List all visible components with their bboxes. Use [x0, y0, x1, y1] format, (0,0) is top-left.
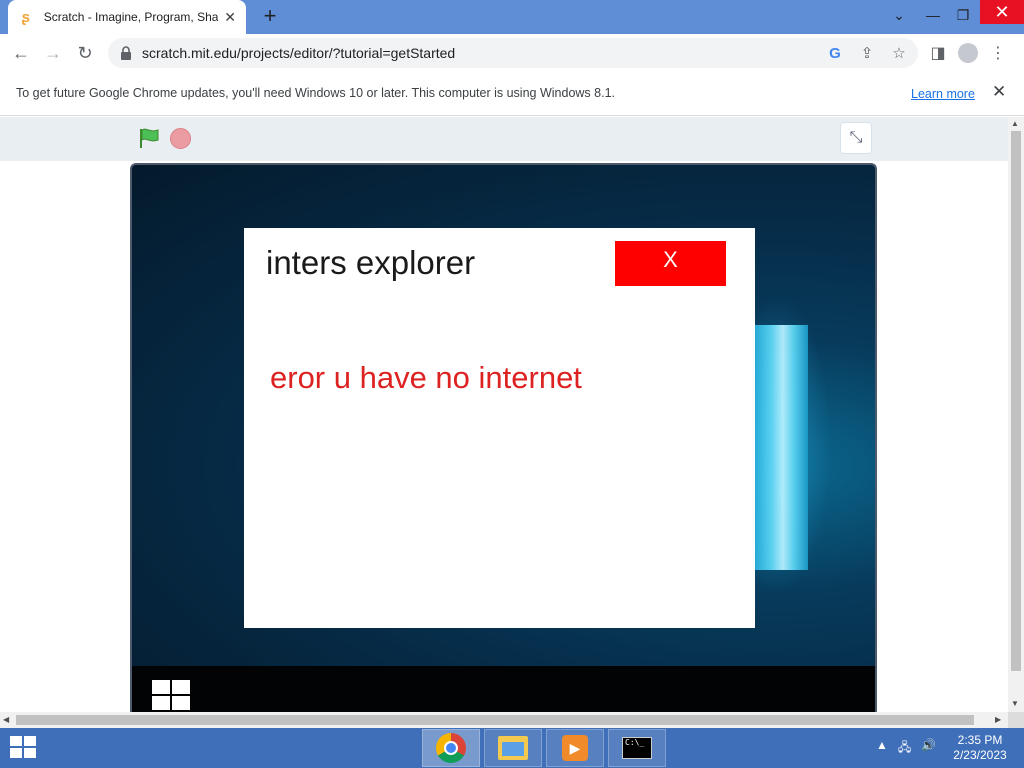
- reload-icon[interactable]: ↻: [72, 40, 98, 66]
- infobar-message: To get future Google Chrome updates, you…: [16, 86, 615, 100]
- tab-search-chevron-icon[interactable]: ⌄: [882, 0, 916, 30]
- forward-arrow-icon[interactable]: →: [40, 40, 66, 66]
- stage-canvas[interactable]: inters explorer X eror u have no interne…: [130, 163, 877, 712]
- chrome-icon: [436, 733, 466, 763]
- tab-scratch[interactable]: ʂ Scratch - Imagine, Program, Share ✕: [8, 0, 246, 34]
- restore-button[interactable]: ❐: [946, 0, 980, 30]
- dialog-error-message: eror u have no internet: [270, 360, 582, 395]
- browser-toolbar: ← → ↻ scratch.mit.edu/projects/editor/?t…: [0, 34, 1024, 72]
- folder-icon: [498, 736, 528, 760]
- volume-icon[interactable]: 🔊: [921, 738, 936, 759]
- show-hidden-icons-icon[interactable]: ▲: [876, 738, 888, 759]
- tab-close-icon[interactable]: ✕: [224, 9, 236, 26]
- bookmark-star-icon[interactable]: ☆: [890, 44, 908, 62]
- minimize-button[interactable]: —: [916, 0, 950, 30]
- tab-title: Scratch - Imagine, Program, Share: [43, 10, 219, 24]
- taskbar-media-player[interactable]: ▶: [546, 729, 604, 767]
- stage-taskbar: [132, 666, 875, 712]
- url-text: scratch.mit.edu/projects/editor/?tutoria…: [142, 45, 456, 61]
- horizontal-scroll-thumb[interactable]: [16, 715, 974, 725]
- fake-error-dialog: inters explorer X eror u have no interne…: [244, 228, 755, 628]
- taskbar-file-explorer[interactable]: [484, 729, 542, 767]
- lock-icon: [121, 46, 131, 60]
- stage-header: ⤡: [0, 117, 1008, 161]
- google-lens-icon[interactable]: G: [826, 45, 844, 62]
- menu-kebab-icon[interactable]: ⋮: [986, 40, 1010, 66]
- scratch-favicon-icon: ʂ: [21, 8, 31, 26]
- start-button[interactable]: [10, 736, 40, 762]
- taskbar-command-prompt[interactable]: C:\_: [608, 729, 666, 767]
- vertical-scrollbar[interactable]: ▲ ▼: [1008, 117, 1024, 712]
- windows-logo-icon[interactable]: [152, 680, 192, 712]
- scroll-down-arrow-icon[interactable]: ▼: [1011, 699, 1019, 708]
- stop-button[interactable]: [170, 128, 191, 149]
- network-icon[interactable]: 🖧: [898, 738, 911, 759]
- window-close-button[interactable]: ✕: [980, 0, 1024, 24]
- clock-date: 2/23/2023: [953, 748, 1007, 762]
- system-tray: ▲ 🖧 🔊: [876, 738, 936, 759]
- exit-fullscreen-icon[interactable]: ⤡: [840, 122, 872, 154]
- learn-more-link[interactable]: Learn more: [911, 87, 975, 101]
- green-flag-icon[interactable]: [138, 127, 160, 149]
- update-infobar: To get future Google Chrome updates, you…: [0, 72, 1024, 116]
- dialog-title: inters explorer: [266, 244, 476, 281]
- scroll-up-arrow-icon[interactable]: ▲: [1011, 119, 1019, 128]
- clock-time: 2:35 PM: [957, 733, 1003, 747]
- share-icon[interactable]: ⇪: [858, 44, 876, 62]
- address-bar[interactable]: scratch.mit.edu/projects/editor/?tutoria…: [108, 38, 918, 68]
- scroll-right-arrow-icon[interactable]: ▶: [995, 715, 1001, 724]
- side-panel-icon[interactable]: ◨: [926, 40, 950, 66]
- windows-taskbar: ▶ C:\_ ▲ 🖧 🔊 2:35 PM 2/23/2023: [0, 728, 1024, 768]
- scrollbar-corner: [1008, 712, 1024, 728]
- back-arrow-icon[interactable]: ←: [8, 40, 34, 66]
- taskbar-chrome[interactable]: [422, 729, 480, 767]
- scratch-player-page: ⤡ inters explorer X eror u have no inter…: [0, 117, 1008, 712]
- scroll-left-arrow-icon[interactable]: ◀: [3, 715, 9, 724]
- start-logo-icon: [10, 736, 22, 746]
- tab-strip: ʂ Scratch - Imagine, Program, Share ✕ + …: [0, 0, 1024, 34]
- command-prompt-icon: C:\_: [622, 737, 652, 759]
- media-player-icon: ▶: [562, 735, 588, 761]
- system-clock[interactable]: 2:35 PM 2/23/2023: [950, 733, 1010, 763]
- profile-avatar[interactable]: [958, 43, 978, 63]
- dialog-close-button[interactable]: X: [615, 241, 726, 286]
- infobar-close-icon[interactable]: ✕: [992, 82, 1006, 102]
- new-tab-button[interactable]: +: [258, 4, 282, 28]
- vertical-scroll-thumb[interactable]: [1011, 131, 1021, 671]
- horizontal-scrollbar[interactable]: ◀ ▶: [0, 712, 1008, 728]
- windows-light-beam: [752, 325, 808, 570]
